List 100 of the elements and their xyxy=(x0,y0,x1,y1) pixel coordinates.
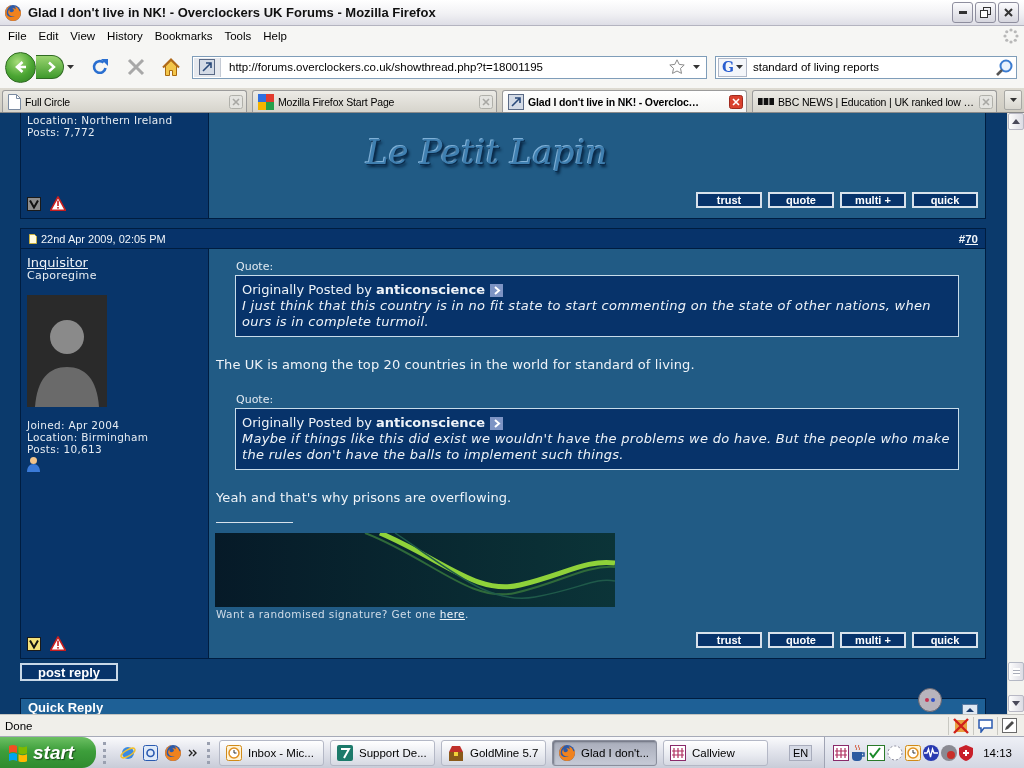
close-icon[interactable] xyxy=(729,94,743,109)
menu-item[interactable]: Edit xyxy=(32,29,65,43)
browser-tab[interactable]: Mozilla Firefox Start Page xyxy=(252,90,497,112)
username-link[interactable]: Inquisitor xyxy=(27,255,88,270)
taskbar-button[interactable]: Callview xyxy=(663,739,768,766)
user-detail: Location: Northern Ireland xyxy=(27,114,173,126)
taskbar-button[interactable]: GoldMine 5.7 xyxy=(441,739,546,766)
chevron-tile-icon[interactable] xyxy=(490,283,504,297)
user-detail: Posts: 10,613 xyxy=(27,443,103,455)
post-action-button[interactable]: trust xyxy=(696,632,762,648)
four-color-icon xyxy=(258,93,274,110)
scroll-down-button[interactable] xyxy=(1008,695,1024,712)
crossed-box-icon[interactable] xyxy=(953,717,969,734)
quick-reply-title: Quick Reply xyxy=(28,700,104,714)
down-arrow-icon xyxy=(1012,701,1020,706)
tab-list-button[interactable] xyxy=(1004,90,1022,110)
menu-item[interactable]: Tools xyxy=(218,29,258,43)
language-indicator[interactable]: EN xyxy=(789,744,813,761)
taskbar-button[interactable]: Support De... xyxy=(330,739,435,766)
quote-text: I just think that this country is in no fit state to start commenting on the state of other nations, when ours is in complete turmoil. xyxy=(242,298,932,330)
browser-tab[interactable]: Full Circle xyxy=(2,90,247,112)
post-action-button[interactable]: multi + xyxy=(840,192,906,208)
post-reply-button[interactable]: post reply xyxy=(20,663,118,681)
taskbar-button[interactable]: Inbox - Mic... xyxy=(219,739,324,766)
reload-icon[interactable] xyxy=(91,58,109,76)
chat-bubble-icon[interactable] xyxy=(978,718,993,733)
ball-icon xyxy=(941,744,958,761)
swirl-globe-icon xyxy=(559,744,575,761)
chevron-tile-icon[interactable] xyxy=(490,416,504,430)
chest-icon xyxy=(448,744,464,761)
start-button[interactable]: start xyxy=(0,737,96,768)
scroll-thumb[interactable] xyxy=(1008,662,1024,681)
back-button[interactable] xyxy=(5,51,36,83)
quote-text: Maybe if things like this did exist we wouldn't have the problems we do have. But the people who make the rules don't have the balls to implement such things. xyxy=(242,431,951,463)
signature-link[interactable]: here xyxy=(439,608,465,620)
search-icon[interactable] xyxy=(996,58,1013,76)
post-action-button[interactable]: multi + xyxy=(840,632,906,648)
ring-tile-icon[interactable] xyxy=(143,744,158,761)
signature-logo: Le Petit Lapin xyxy=(366,131,608,174)
post-text: The UK is among the top 20 countries in the world for standard of living. xyxy=(216,357,696,373)
taskbar-button[interactable]: Glad I don't... xyxy=(552,739,657,766)
status-text: Done xyxy=(5,719,34,732)
orb-icon xyxy=(918,688,942,712)
caret-icon[interactable] xyxy=(1009,98,1017,102)
globe-ring-icon[interactable] xyxy=(120,744,136,761)
warning-icon[interactable] xyxy=(50,636,66,651)
swirl-globe-icon xyxy=(5,4,21,21)
throbber-icon xyxy=(1003,28,1019,44)
warning-icon[interactable] xyxy=(50,196,66,211)
search-engine-button[interactable]: G xyxy=(718,57,747,77)
post-action-button[interactable]: quote xyxy=(768,192,834,208)
grid-icon xyxy=(833,744,850,761)
search-field[interactable]: G standard of living reports xyxy=(715,55,1017,79)
quote-byline: Originally Posted by anticonscience xyxy=(242,282,486,298)
post-number-link[interactable]: #70 xyxy=(958,232,978,245)
grid-icon xyxy=(670,744,686,761)
tick-badge-icon[interactable] xyxy=(27,637,41,651)
flag-logo-icon xyxy=(8,743,28,762)
caret-icon[interactable] xyxy=(67,65,74,69)
cup-icon xyxy=(851,744,866,761)
address-field[interactable]: http://forums.overclockers.co.uk/showthread.php?t=18001195 xyxy=(192,55,707,79)
minimize-button[interactable] xyxy=(952,2,973,23)
menu-item[interactable]: View xyxy=(64,29,102,43)
menu-item[interactable]: Help xyxy=(257,29,293,43)
home-icon[interactable] xyxy=(162,58,180,76)
menu-item[interactable]: History xyxy=(101,29,149,43)
menu-item[interactable]: File xyxy=(2,29,33,43)
browser-tab[interactable]: BBC NEWS | Education | UK ranked low … xyxy=(752,90,997,112)
arrow-box-icon xyxy=(199,59,215,75)
pencil-icon[interactable] xyxy=(1002,718,1017,733)
bookmark-star-icon[interactable] xyxy=(669,59,685,75)
check-tile-icon xyxy=(867,744,886,761)
clock: 14:13 xyxy=(983,746,1012,759)
close-button[interactable] xyxy=(998,2,1019,23)
scrollbar[interactable] xyxy=(1007,113,1024,714)
collapse-icon[interactable] xyxy=(962,704,978,714)
chevron-icon[interactable] xyxy=(188,748,197,757)
up-arrow-icon xyxy=(1012,119,1020,124)
swirl-globe-icon[interactable] xyxy=(165,744,181,761)
quote-label: Quote: xyxy=(235,261,275,273)
scroll-up-button[interactable] xyxy=(1008,113,1024,130)
app-tile-icon xyxy=(337,744,353,761)
user-detail: Location: Birmingham xyxy=(27,431,149,443)
forward-button[interactable] xyxy=(36,55,64,79)
blocks-icon xyxy=(758,98,774,105)
caret-icon[interactable] xyxy=(735,65,743,69)
tick-badge-icon[interactable] xyxy=(27,197,41,211)
restore-icon xyxy=(980,7,991,18)
post-action-button[interactable]: quick xyxy=(912,192,978,208)
browser-tab[interactable]: Glad I don't live in NK! - Overcloc… xyxy=(502,90,747,112)
window-title: Glad I don't live in NK! - Overclockers UK Forums - Mozilla Firefox xyxy=(28,5,437,20)
page-icon xyxy=(29,233,37,244)
quote-byline: Originally Posted by anticonscience xyxy=(242,415,486,431)
post-action-button[interactable]: quick xyxy=(912,632,978,648)
menu-item[interactable]: Bookmarks xyxy=(148,29,219,43)
pulse-icon xyxy=(923,744,940,761)
restore-button[interactable] xyxy=(975,2,996,23)
post-action-button[interactable]: trust xyxy=(696,192,762,208)
post-action-button[interactable]: quote xyxy=(768,632,834,648)
caret-icon[interactable] xyxy=(693,65,700,69)
